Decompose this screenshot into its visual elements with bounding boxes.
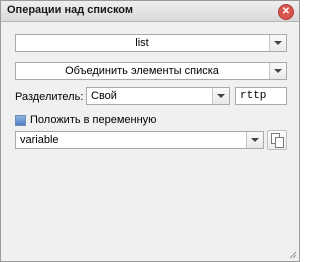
copy-icon [271,133,284,148]
save-to-variable-label[interactable]: Положить в переменную [30,114,156,126]
save-to-variable-checkbox[interactable] [15,115,26,126]
separator-type-value: Свой [91,90,117,102]
list-select-value: list [135,37,149,49]
dialog-window: Операции над списком ✕ list Объединить э… [0,0,300,262]
operation-select-value: Объединить элементы списка [65,65,219,77]
resize-grip-icon[interactable] [289,251,297,259]
chevron-down-icon[interactable] [212,88,229,104]
close-icon[interactable]: ✕ [278,4,294,20]
chevron-down-icon[interactable] [269,35,286,51]
separator-custom-input[interactable]: rttp [235,87,287,105]
variable-select[interactable]: variable [15,131,264,149]
operation-select[interactable]: Объединить элементы списка [15,62,287,80]
chevron-down-icon[interactable] [246,132,263,148]
title-bar[interactable]: Операции над списком ✕ [1,1,299,22]
copy-button[interactable] [267,130,287,150]
separator-type-select[interactable]: Свой [86,87,230,105]
dialog-title: Операции над списком [7,4,134,16]
chevron-down-icon[interactable] [269,63,286,79]
variable-select-value: variable [20,134,59,146]
separator-label: Разделитель: [15,91,84,103]
list-select[interactable]: list [15,34,287,52]
